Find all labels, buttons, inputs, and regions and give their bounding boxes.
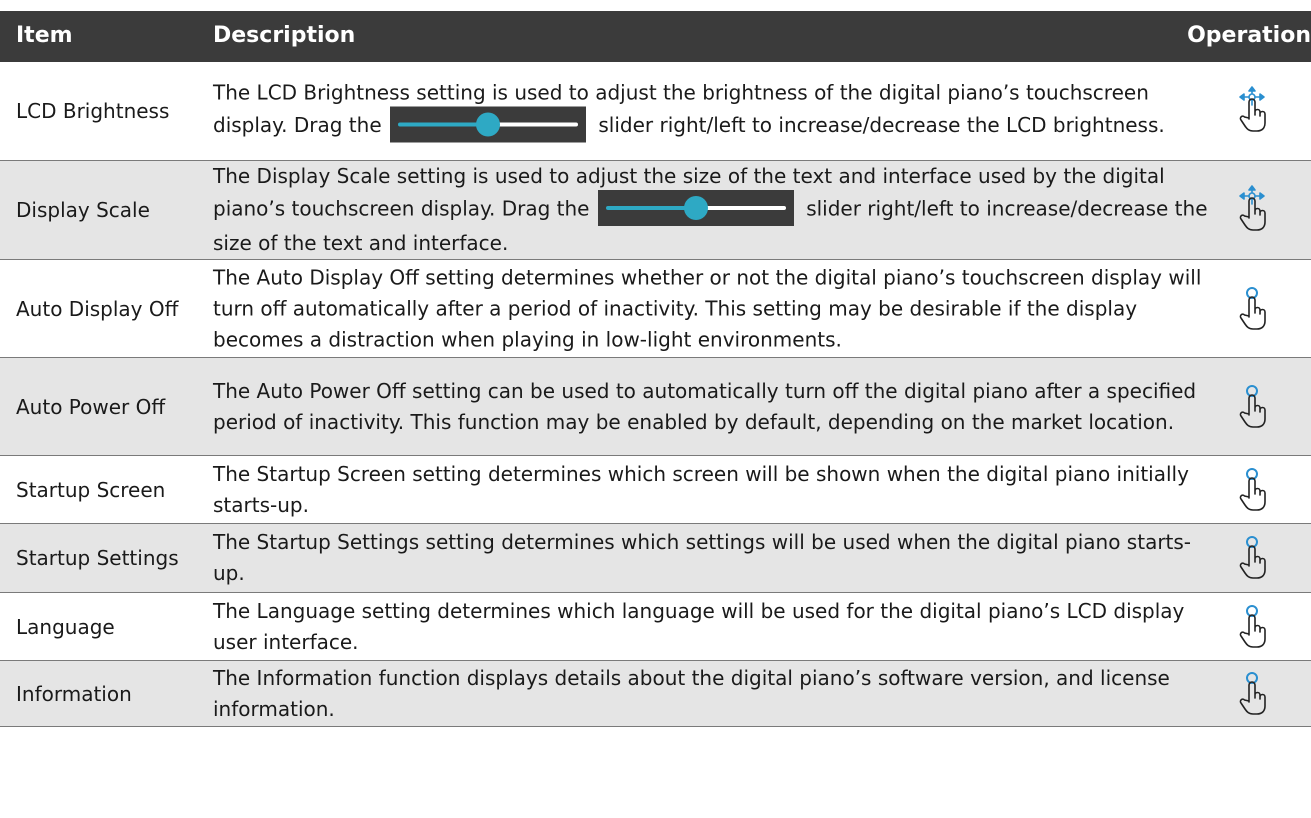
row-display-scale: Display Scale The Display Scale setting … [0, 161, 1311, 260]
row-lcd-brightness: LCD Brightness The LCD Brightness settin… [0, 62, 1311, 161]
description: The Language setting determines which la… [213, 598, 1185, 654]
item-label: Auto Display Off [16, 296, 179, 321]
tap-gesture-icon [1235, 668, 1269, 720]
row-information: Information The Information function dis… [0, 661, 1311, 727]
drag-gesture-icon [1235, 184, 1269, 236]
header-item: Item [16, 23, 73, 48]
row-auto-display-off: Auto Display Off The Auto Display Off se… [0, 260, 1311, 358]
slider-thumb [476, 112, 500, 137]
slider-fill [398, 122, 488, 127]
slider-thumb [683, 196, 708, 220]
description: The Auto Power Off setting can be used t… [213, 378, 1197, 434]
description-text: slider right/left to increase/decrease t… [598, 113, 1165, 137]
slider-track [695, 206, 786, 210]
row-startup-screen: Startup Screen The Startup Screen settin… [0, 456, 1311, 524]
table-header: Item Description Operation [0, 11, 1311, 62]
slider-fill [605, 206, 696, 210]
operation-cell [1222, 524, 1282, 592]
drag-gesture-icon [1235, 85, 1269, 137]
operation-cell [1222, 593, 1282, 660]
header-operation: Operation [1187, 23, 1311, 48]
tap-gesture-icon [1235, 283, 1269, 335]
item-label: Language [16, 614, 115, 639]
item-label: Startup Settings [16, 546, 179, 570]
description: The Display Scale setting is used to adj… [213, 161, 1213, 259]
operation-cell [1222, 661, 1282, 726]
description: The Information function displays detail… [213, 665, 1170, 721]
operation-cell [1222, 260, 1282, 357]
operation-cell [1222, 62, 1282, 160]
operation-cell [1222, 456, 1282, 523]
display-scale-slider-image [597, 190, 794, 226]
item-label: Auto Power Off [16, 394, 166, 419]
item-label: Display Scale [16, 198, 150, 222]
description: The Auto Display Off setting determines … [213, 265, 1202, 351]
settings-table: Item Description Operation LCD Brightnes… [0, 11, 1311, 727]
brightness-slider-image [390, 106, 586, 143]
header-description: Description [213, 23, 356, 48]
description: The Startup Settings setting determines … [213, 530, 1192, 585]
row-startup-settings: Startup Settings The Startup Settings se… [0, 524, 1311, 593]
item-label: Information [16, 681, 132, 706]
row-auto-power-off: Auto Power Off The Auto Power Off settin… [0, 358, 1311, 456]
item-label: LCD Brightness [16, 99, 170, 123]
item-label: Startup Screen [16, 477, 166, 502]
description: The LCD Brightness setting is used to ad… [213, 78, 1213, 145]
operation-cell [1222, 358, 1282, 455]
row-language: Language The Language setting determines… [0, 593, 1311, 661]
tap-gesture-icon [1235, 464, 1269, 516]
operation-cell [1222, 161, 1282, 259]
description: The Startup Screen setting determines wh… [213, 461, 1189, 517]
tap-gesture-icon [1235, 601, 1269, 653]
tap-gesture-icon [1235, 381, 1269, 433]
tap-gesture-icon [1235, 532, 1269, 584]
slider-track [488, 122, 578, 127]
